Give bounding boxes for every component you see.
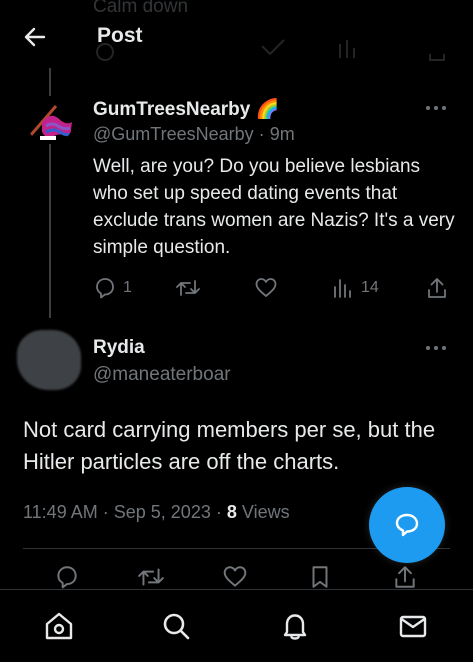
handle[interactable]: @GumTreesNearby	[93, 124, 254, 144]
reply-icon[interactable]	[54, 564, 80, 590]
reply-button[interactable]: 1	[93, 276, 132, 300]
tweet-text: Not card carrying members per se, but th…	[23, 417, 436, 474]
like-button[interactable]	[254, 276, 284, 300]
share-icon[interactable]	[392, 564, 418, 590]
views-icon	[331, 276, 355, 300]
bottom-nav	[0, 589, 473, 662]
handle-line: @GumTreesNearby · 9m	[93, 124, 295, 145]
display-name[interactable]: GumTreesNearby 🌈	[93, 97, 279, 121]
timestamp[interactable]: 9m	[270, 124, 295, 144]
timestamp-time[interactable]: 11:49 AM	[23, 502, 98, 522]
handle[interactable]: @maneaterboar	[93, 364, 231, 386]
more-options-icon[interactable]	[424, 98, 448, 118]
timestamp-date[interactable]: Sep 5, 2023	[114, 502, 211, 522]
share-button[interactable]	[425, 276, 449, 300]
views-count[interactable]: 8	[227, 502, 237, 522]
bell-icon[interactable]	[279, 610, 311, 642]
more-options-icon[interactable]	[424, 338, 448, 358]
share-icon	[425, 276, 449, 300]
retweet-icon	[175, 276, 201, 300]
separator: ·	[258, 124, 265, 144]
display-name-text[interactable]: GumTreesNearby	[93, 99, 250, 120]
page-title: Post	[97, 24, 143, 47]
tweet-text: Well, are you? Do you believe lesbians w…	[93, 156, 455, 258]
rainbow-emoji: 🌈	[255, 99, 280, 120]
home-icon[interactable]	[43, 610, 75, 642]
mail-icon[interactable]	[397, 610, 429, 642]
search-icon[interactable]	[160, 610, 192, 642]
heart-icon[interactable]	[222, 564, 248, 590]
reply-count: 1	[123, 279, 132, 296]
compose-reply-button[interactable]	[369, 487, 445, 563]
scrolled-actions-ghost	[0, 38, 473, 64]
tweet-meta: 11:49 AM · Sep 5, 2023 · 8 Views	[23, 502, 290, 523]
display-name[interactable]: Rydia	[93, 337, 145, 359]
views-label: Views	[241, 502, 290, 522]
heart-icon	[254, 276, 278, 300]
tweet-actions: 1 14	[93, 276, 458, 302]
reply-icon	[93, 276, 117, 300]
tweet-actions	[0, 564, 473, 592]
scrolled-text-ghost: Calm down	[93, 0, 189, 17]
separator: ·	[102, 502, 109, 522]
avatar[interactable]	[26, 96, 74, 144]
back-arrow-icon[interactable]	[20, 22, 50, 52]
bookmark-icon[interactable]	[307, 564, 333, 590]
avatar[interactable]	[17, 330, 81, 390]
separator: ·	[215, 502, 222, 522]
speech-bubble-icon	[392, 510, 422, 540]
retweet-icon[interactable]	[137, 564, 165, 590]
retweet-button[interactable]	[175, 276, 207, 300]
views-button[interactable]: 14	[331, 276, 379, 300]
header: Calm down Post	[0, 0, 473, 68]
views-count: 14	[361, 279, 379, 296]
